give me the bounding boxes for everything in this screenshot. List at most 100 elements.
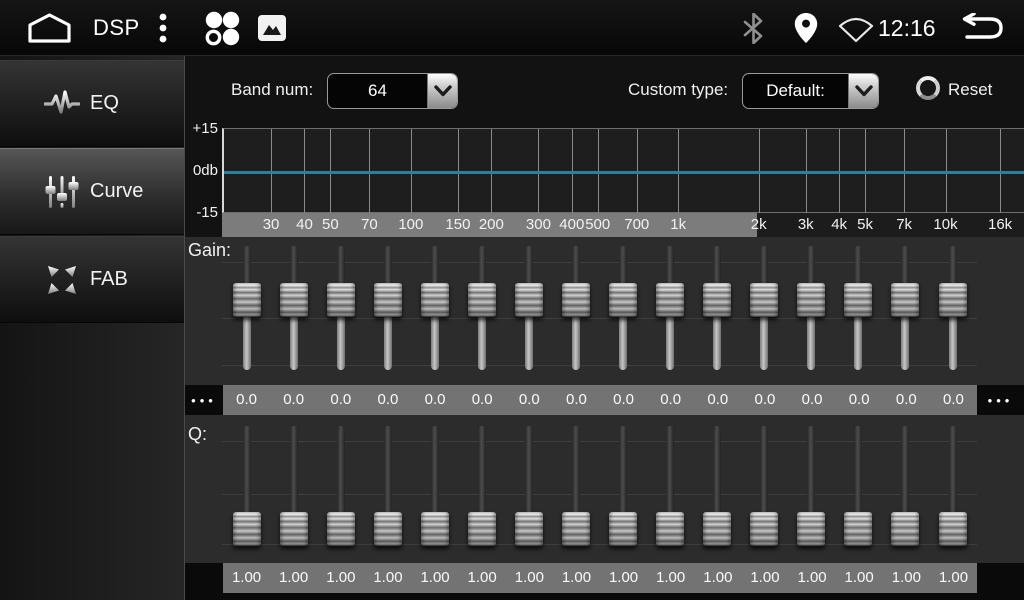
slider-track xyxy=(572,426,580,518)
q-value-band-4: 1.00 xyxy=(364,563,411,593)
gain-value-band-1: 0.0 xyxy=(223,385,270,415)
gain-scroll-right-button[interactable]: ••• xyxy=(977,385,1024,415)
slider-handle[interactable] xyxy=(703,512,731,546)
gain-slider-band-10[interactable] xyxy=(656,246,684,370)
back-button[interactable] xyxy=(958,13,1004,43)
slider-handle[interactable] xyxy=(280,283,308,317)
q-slider-band-16[interactable] xyxy=(939,426,967,554)
slider-handle[interactable] xyxy=(468,283,496,317)
sidebar-item-curve[interactable]: Curve xyxy=(0,148,184,235)
slider-handle[interactable] xyxy=(374,512,402,546)
slider-handle[interactable] xyxy=(327,512,355,546)
slider-handle[interactable] xyxy=(939,283,967,317)
slider-track xyxy=(666,426,674,518)
q-slider-band-5[interactable] xyxy=(421,426,449,554)
band-num-dropdown[interactable]: 64 xyxy=(327,73,458,109)
y-axis-label-minus15: -15 xyxy=(185,204,218,221)
slider-handle[interactable] xyxy=(327,283,355,317)
slider-handle[interactable] xyxy=(233,283,261,317)
reset-label[interactable]: Reset xyxy=(948,80,992,100)
slider-handle[interactable] xyxy=(233,512,261,546)
q-slider-band-2[interactable] xyxy=(280,426,308,554)
gain-slider-band-1[interactable] xyxy=(233,246,261,370)
slider-handle[interactable] xyxy=(844,512,872,546)
slider-handle[interactable] xyxy=(562,512,590,546)
gallery-button[interactable] xyxy=(258,15,286,41)
freq-tick-label-700: 700 xyxy=(624,213,649,237)
gain-slider-band-12[interactable] xyxy=(750,246,778,370)
overflow-menu-button[interactable] xyxy=(158,12,168,44)
q-slider-band-8[interactable] xyxy=(562,426,590,554)
gain-slider-band-6[interactable] xyxy=(468,246,496,370)
q-slider-band-9[interactable] xyxy=(609,426,637,554)
freq-tick-label-10k: 10k xyxy=(933,213,957,237)
gain-slider-band-13[interactable] xyxy=(797,246,825,370)
slider-handle[interactable] xyxy=(939,512,967,546)
q-value-band-3: 1.00 xyxy=(317,563,364,593)
q-slider-band-1[interactable] xyxy=(233,426,261,554)
slider-handle[interactable] xyxy=(844,283,872,317)
y-axis-label-0db: 0db xyxy=(185,162,218,179)
y-axis-label-plus15: +15 xyxy=(185,120,218,137)
custom-type-dropdown[interactable]: Default: xyxy=(742,73,879,109)
slider-handle[interactable] xyxy=(609,283,637,317)
q-slider-band-12[interactable] xyxy=(750,426,778,554)
chevron-down-icon[interactable] xyxy=(427,74,457,108)
slider-track xyxy=(337,311,345,370)
q-slider-band-3[interactable] xyxy=(327,426,355,554)
slider-handle[interactable] xyxy=(562,283,590,317)
gain-slider-band-2[interactable] xyxy=(280,246,308,370)
slider-handle[interactable] xyxy=(468,512,496,546)
q-slider-band-15[interactable] xyxy=(891,426,919,554)
slider-handle[interactable] xyxy=(750,283,778,317)
slider-handle[interactable] xyxy=(891,283,919,317)
gain-slider-band-7[interactable] xyxy=(515,246,543,370)
gain-value-band-8: 0.0 xyxy=(553,385,600,415)
gain-slider-band-14[interactable] xyxy=(844,246,872,370)
slider-handle[interactable] xyxy=(280,512,308,546)
home-button[interactable] xyxy=(26,12,73,44)
bottom-edge-bar xyxy=(185,593,1024,600)
gain-slider-band-4[interactable] xyxy=(374,246,402,370)
gain-slider-band-15[interactable] xyxy=(891,246,919,370)
slider-handle[interactable] xyxy=(515,512,543,546)
slider-handle[interactable] xyxy=(797,283,825,317)
slider-handle[interactable] xyxy=(891,512,919,546)
sidebar-item-eq[interactable]: EQ xyxy=(0,60,184,147)
slider-handle[interactable] xyxy=(703,283,731,317)
q-slider-band-10[interactable] xyxy=(656,426,684,554)
slider-handle[interactable] xyxy=(750,512,778,546)
q-slider-band-14[interactable] xyxy=(844,426,872,554)
sidebar-item-label: FAB xyxy=(90,268,128,291)
gain-slider-band-5[interactable] xyxy=(421,246,449,370)
q-slider-band-13[interactable] xyxy=(797,426,825,554)
q-slider-band-4[interactable] xyxy=(374,426,402,554)
slider-handle[interactable] xyxy=(421,512,449,546)
apps-button[interactable] xyxy=(203,10,241,47)
slider-handle[interactable] xyxy=(797,512,825,546)
q-value-band-1: 1.00 xyxy=(223,563,270,593)
slider-handle[interactable] xyxy=(656,283,684,317)
gain-slider-band-8[interactable] xyxy=(562,246,590,370)
gain-scroll-left-button[interactable]: ••• xyxy=(185,385,223,415)
slider-handle[interactable] xyxy=(656,512,684,546)
gain-slider-band-16[interactable] xyxy=(939,246,967,370)
sidebar-item-fab[interactable]: FAB xyxy=(0,236,184,323)
gain-slider-band-11[interactable] xyxy=(703,246,731,370)
gain-slider-band-3[interactable] xyxy=(327,246,355,370)
chevron-down-icon[interactable] xyxy=(848,74,878,108)
slider-handle[interactable] xyxy=(609,512,637,546)
slider-track xyxy=(619,311,627,370)
q-slider-band-6[interactable] xyxy=(468,426,496,554)
q-slider-band-7[interactable] xyxy=(515,426,543,554)
wifi-icon xyxy=(838,15,874,43)
slider-track xyxy=(384,311,392,370)
slider-handle[interactable] xyxy=(515,283,543,317)
gain-value-band-6: 0.0 xyxy=(459,385,506,415)
slider-handle[interactable] xyxy=(421,283,449,317)
gain-slider-band-9[interactable] xyxy=(609,246,637,370)
location-status xyxy=(794,13,818,43)
slider-handle[interactable] xyxy=(374,283,402,317)
q-slider-band-11[interactable] xyxy=(703,426,731,554)
reset-radio[interactable] xyxy=(916,76,940,100)
